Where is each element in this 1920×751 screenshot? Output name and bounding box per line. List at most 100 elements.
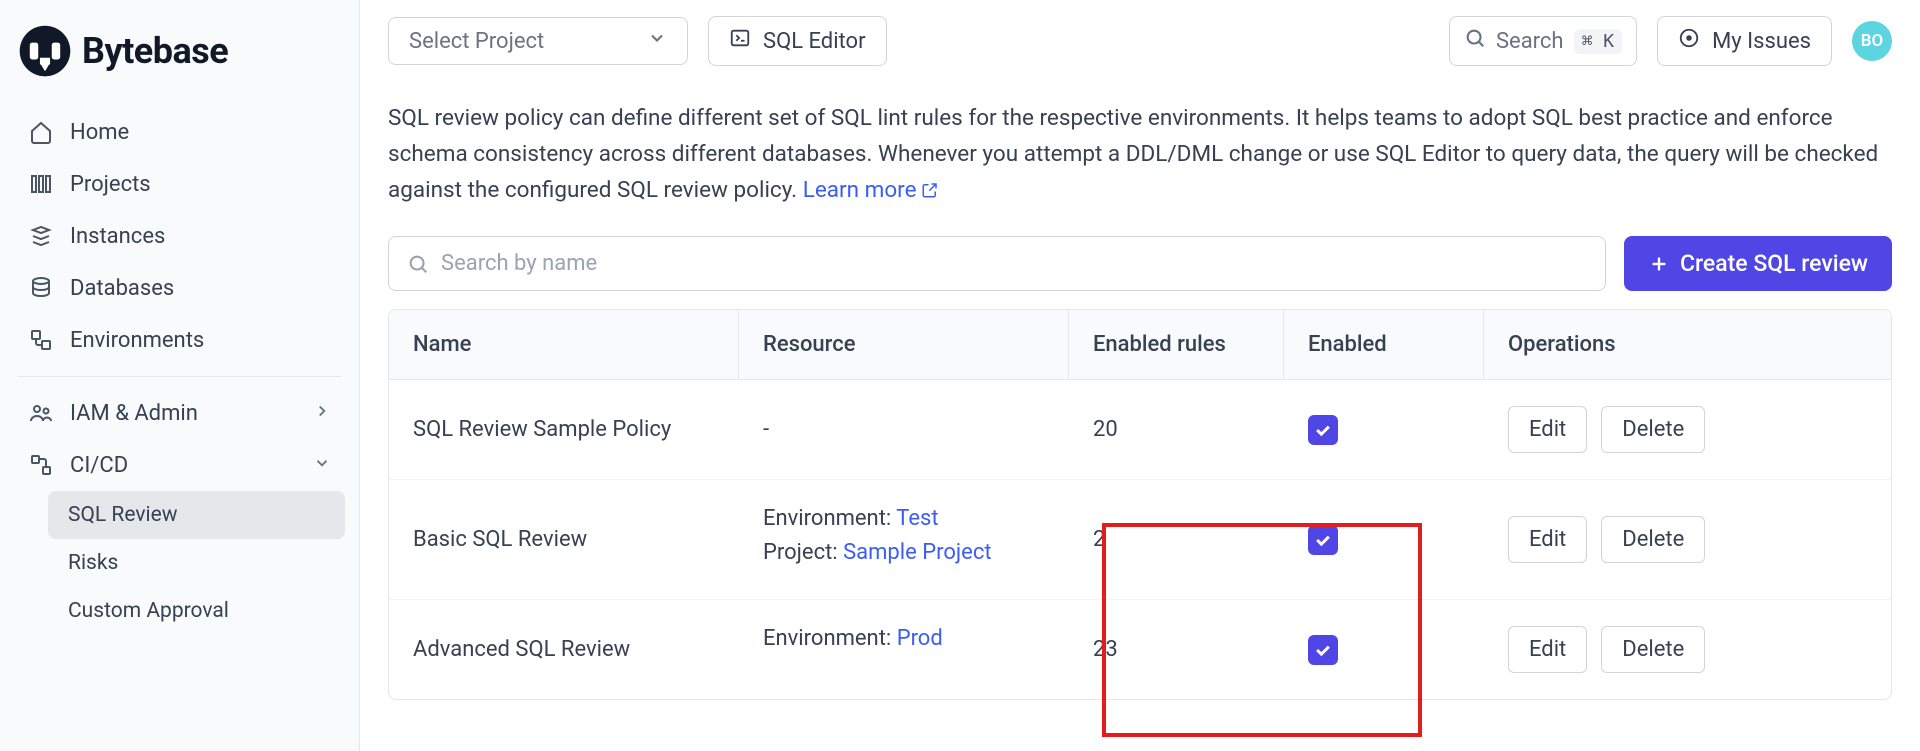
home-icon [28,119,54,145]
external-link-icon [921,181,939,199]
search-by-name-input[interactable]: Search by name [388,236,1606,291]
chevron-down-icon [647,28,667,54]
sidebar-item-label: CI/CD [70,453,128,478]
sidebar-item-projects[interactable]: Projects [14,158,345,210]
delete-button[interactable]: Delete [1601,406,1705,453]
users-icon [28,400,54,426]
environment-link[interactable]: Prod [897,626,943,651]
sidebar-item-label: Custom Approval [68,599,229,623]
project-link[interactable]: Sample Project [843,540,991,565]
environment-link[interactable]: Test [896,506,938,531]
global-search[interactable]: Search ⌘ K [1449,16,1637,66]
learn-more-text: Learn more [803,172,917,208]
sidebar-item-label: Projects [70,172,151,197]
sidebar-item-home[interactable]: Home [14,106,345,158]
cell-enabled [1284,600,1484,699]
chevron-down-icon [313,453,331,478]
table-row: SQL Review Sample Policy - 20 Edit Delet… [389,380,1891,480]
sidebar-item-label: SQL Review [68,503,178,527]
sidebar-item-label: IAM & Admin [70,401,198,426]
sql-review-table: Name Resource Enabled rules Enabled Oper… [388,309,1892,700]
my-issues-label: My Issues [1712,29,1811,54]
th-enabled-rules: Enabled rules [1069,310,1284,379]
edit-button[interactable]: Edit [1508,626,1587,673]
cell-enabled [1284,380,1484,479]
sidebar-item-label: Environments [70,328,204,353]
page-content: SQL review policy can define different s… [360,82,1920,718]
bytebase-logo-icon [18,24,72,78]
sidebar-item-custom-approval[interactable]: Custom Approval [48,587,345,635]
sidebar-item-risks[interactable]: Risks [48,539,345,587]
sidebar-item-databases[interactable]: Databases [14,262,345,314]
delete-button[interactable]: Delete [1601,516,1705,563]
page-description-text: SQL review policy can define different s… [388,105,1878,203]
delete-button[interactable]: Delete [1601,626,1705,673]
enabled-checkbox[interactable] [1308,635,1338,665]
table-row: Advanced SQL Review Environment: Prod 23… [389,600,1891,699]
main: Select Project SQL Editor Search ⌘ K My … [360,0,1920,751]
edit-button[interactable]: Edit [1508,516,1587,563]
sidebar-item-environments[interactable]: Environments [14,314,345,366]
edit-button[interactable]: Edit [1508,406,1587,453]
instances-icon [28,223,54,249]
env-prefix: Environment: [763,626,897,651]
chevron-right-icon [313,401,331,426]
workflow-icon [28,452,54,478]
cell-resource: Environment: Prod [739,600,1069,699]
database-icon [28,275,54,301]
sidebar-item-label: Databases [70,276,174,301]
topbar: Select Project SQL Editor Search ⌘ K My … [360,0,1920,82]
brand-name: Bytebase [82,30,228,72]
search-placeholder: Search [1496,29,1564,54]
cicd-submenu: SQL Review Risks Custom Approval [14,491,345,635]
cell-resource: - [739,380,1069,479]
cell-operations: Edit Delete [1484,380,1891,479]
avatar-initials: BO [1861,31,1884,51]
sidebar-item-cicd[interactable]: CI/CD [14,439,345,491]
check-icon [1313,420,1333,440]
cell-name: Basic SQL Review [389,480,739,599]
enabled-checkbox[interactable] [1308,415,1338,445]
learn-more-link[interactable]: Learn more [803,172,939,208]
sidebar-item-label: Home [70,120,129,145]
th-name: Name [389,310,739,379]
sidebar-item-sql-review[interactable]: SQL Review [48,491,345,539]
sidebar-divider [18,376,341,377]
terminal-icon [729,27,751,55]
select-project-dropdown[interactable]: Select Project [388,17,688,65]
cell-enabled-rules: 20 [1069,380,1284,479]
sidebar: Bytebase Home Projects Instances Databas… [0,0,360,751]
env-prefix: Environment: [763,506,896,531]
page-description: SQL review policy can define different s… [388,100,1892,208]
environments-icon [28,327,54,353]
search-icon [1464,27,1486,55]
target-icon [1678,27,1700,55]
plus-icon [1648,253,1670,275]
cell-resource: Environment: Test Project: Sample Projec… [739,480,1069,599]
cell-operations: Edit Delete [1484,600,1891,699]
enabled-checkbox[interactable] [1308,525,1338,555]
th-resource: Resource [739,310,1069,379]
sidebar-item-iam-admin[interactable]: IAM & Admin [14,387,345,439]
proj-prefix: Project: [763,540,843,565]
sql-editor-button[interactable]: SQL Editor [708,16,887,66]
brand-logo[interactable]: Bytebase [14,14,345,106]
cell-enabled-rules: 2 [1069,480,1284,599]
search-icon [407,253,429,275]
cell-operations: Edit Delete [1484,480,1891,599]
my-issues-button[interactable]: My Issues [1657,16,1832,66]
cell-name: Advanced SQL Review [389,600,739,699]
search-by-name-placeholder: Search by name [441,251,597,276]
check-icon [1313,640,1333,660]
cell-enabled-rules: 23 [1069,600,1284,699]
sidebar-item-label: Instances [70,224,165,249]
table-header: Name Resource Enabled rules Enabled Oper… [389,310,1891,380]
sidebar-item-instances[interactable]: Instances [14,210,345,262]
th-enabled: Enabled [1284,310,1484,379]
cell-enabled [1284,480,1484,599]
search-kbd: ⌘ K [1574,29,1623,54]
user-avatar[interactable]: BO [1852,21,1892,61]
toolbar: Search by name Create SQL review [388,236,1892,291]
create-sql-review-button[interactable]: Create SQL review [1624,236,1892,291]
projects-icon [28,171,54,197]
